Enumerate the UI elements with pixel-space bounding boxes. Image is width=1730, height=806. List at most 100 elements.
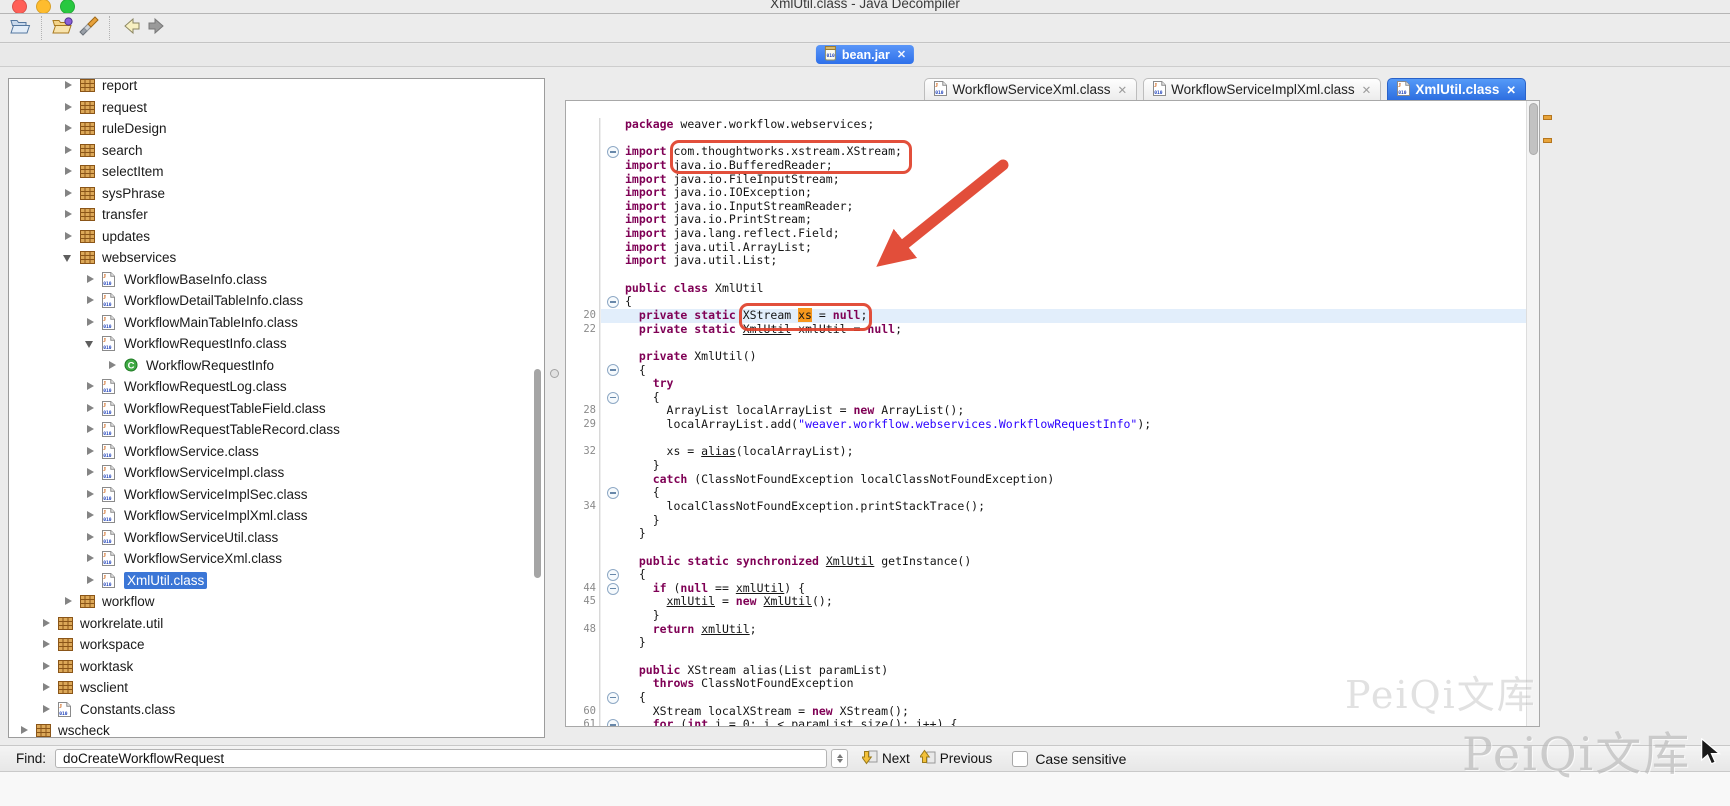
find-input[interactable]: doCreateWorkflowRequest <box>55 749 827 768</box>
jar-tab-bean[interactable]: 010 bean.jar ✕ <box>816 45 914 64</box>
splitter-handle[interactable] <box>550 369 559 378</box>
tree-item-workflowbaseinfo-class[interactable]: J010WorkflowBaseInfo.class <box>9 269 544 291</box>
tree-item-wsclient[interactable]: wsclient <box>9 677 544 699</box>
tree-item-webservices[interactable]: webservices <box>9 247 544 269</box>
tree-collapse-arrow-icon[interactable] <box>19 725 30 736</box>
tree-item-workflowserviceutil-class[interactable]: J010WorkflowServiceUtil.class <box>9 527 544 549</box>
tree-item-workflowservicexml-class[interactable]: J010WorkflowServiceXml.class <box>9 548 544 570</box>
tree-collapse-arrow-icon[interactable] <box>63 123 74 134</box>
tree-item-sysphrase[interactable]: sysPhrase <box>9 183 544 205</box>
fold-collapse-icon[interactable] <box>607 146 619 158</box>
tree-collapse-arrow-icon[interactable] <box>85 553 96 564</box>
tree-item-workflowrequesttablerecord-class[interactable]: J010WorkflowRequestTableRecord.class <box>9 419 544 441</box>
tree-item-workflowrequesttablefield-class[interactable]: J010WorkflowRequestTableField.class <box>9 398 544 420</box>
tree-collapse-arrow-icon[interactable] <box>85 403 96 414</box>
tree-collapse-arrow-icon[interactable] <box>85 274 96 285</box>
tab-close-icon[interactable]: ✕ <box>1506 83 1516 97</box>
case-sensitive-checkbox[interactable] <box>1012 751 1028 767</box>
tree-collapse-arrow-icon[interactable] <box>41 618 52 629</box>
tree-collapse-arrow-icon[interactable] <box>41 682 52 693</box>
fold-collapse-icon[interactable] <box>607 487 619 499</box>
tree-item-ruledesign[interactable]: ruleDesign <box>9 118 544 140</box>
tree-item-workflowserviceimpl-class[interactable]: J010WorkflowServiceImpl.class <box>9 462 544 484</box>
tree-collapse-arrow-icon[interactable] <box>85 467 96 478</box>
tree-collapse-arrow-icon[interactable] <box>85 510 96 521</box>
tree-item-constants-class[interactable]: J010Constants.class <box>9 699 544 721</box>
editor-scrollbar[interactable] <box>1526 101 1539 726</box>
tab-close-icon[interactable]: ✕ <box>1362 83 1372 97</box>
editor-tab-workflowservicexml-class[interactable]: J010WorkflowServiceXml.class✕ <box>924 78 1137 100</box>
tree-item-report[interactable]: report <box>9 78 544 97</box>
tree-collapse-arrow-icon[interactable] <box>85 575 96 586</box>
tree-collapse-arrow-icon[interactable] <box>85 489 96 500</box>
tree-item-workflowserviceimplxml-class[interactable]: J010WorkflowServiceImplXml.class <box>9 505 544 527</box>
find-previous-button[interactable]: Previous <box>920 749 993 768</box>
tree-item-search[interactable]: search <box>9 140 544 162</box>
tree-item-workflowserviceimplsec-class[interactable]: J010WorkflowServiceImplSec.class <box>9 484 544 506</box>
back-button[interactable] <box>118 16 144 40</box>
tree-item-workflowrequestinfo[interactable]: CWorkflowRequestInfo <box>9 355 544 377</box>
fold-collapse-icon[interactable] <box>607 583 619 595</box>
open-type-button[interactable] <box>50 16 76 40</box>
tree-item-xmlutil-class[interactable]: J010XmlUtil.class <box>9 570 544 592</box>
tree-collapse-arrow-icon[interactable] <box>107 360 118 371</box>
annotation-mark[interactable] <box>1543 115 1552 120</box>
tree-collapse-arrow-icon[interactable] <box>85 295 96 306</box>
tree-scrollbar-thumb[interactable] <box>534 369 541 578</box>
tree-collapse-arrow-icon[interactable] <box>63 145 74 156</box>
tree-item-label: selectItem <box>102 164 164 179</box>
tree-collapse-arrow-icon[interactable] <box>63 166 74 177</box>
tree-expand-arrow-icon[interactable] <box>85 338 96 349</box>
tree-collapse-arrow-icon[interactable] <box>63 209 74 220</box>
tree-item-workflowrequestinfo-class[interactable]: J010WorkflowRequestInfo.class <box>9 333 544 355</box>
tree-item-workflowrequestlog-class[interactable]: J010WorkflowRequestLog.class <box>9 376 544 398</box>
tree-collapse-arrow-icon[interactable] <box>85 381 96 392</box>
tree-collapse-arrow-icon[interactable] <box>63 231 74 242</box>
editor-scrollbar-thumb[interactable] <box>1529 103 1538 155</box>
tree-collapse-arrow-icon[interactable] <box>85 446 96 457</box>
fold-collapse-icon[interactable] <box>607 692 619 704</box>
tree-item-workspace[interactable]: workspace <box>9 634 544 656</box>
code-editor-panel[interactable]: package weaver.workflow.webservices;impo… <box>565 100 1540 727</box>
tree-item-wscheck[interactable]: wscheck <box>9 720 544 738</box>
tree-item-transfer[interactable]: transfer <box>9 204 544 226</box>
tree-collapse-arrow-icon[interactable] <box>63 102 74 113</box>
tree-collapse-arrow-icon[interactable] <box>63 188 74 199</box>
jar-tab-close-icon[interactable]: ✕ <box>897 48 906 61</box>
toolbar-separator <box>109 16 111 40</box>
tree-item-workflowdetailtableinfo-class[interactable]: J010WorkflowDetailTableInfo.class <box>9 290 544 312</box>
fold-collapse-icon[interactable] <box>607 392 619 404</box>
tree-collapse-arrow-icon[interactable] <box>63 80 74 91</box>
editor-tab-xmlutil-class[interactable]: J010XmlUtil.class✕ <box>1387 78 1526 100</box>
find-next-button[interactable]: Next <box>862 749 910 768</box>
forward-button[interactable] <box>144 16 170 40</box>
search-button[interactable] <box>76 16 102 40</box>
tab-close-icon[interactable]: ✕ <box>1117 83 1127 97</box>
fold-collapse-icon[interactable] <box>607 719 619 727</box>
fold-collapse-icon[interactable] <box>607 296 619 308</box>
tree-item-workrelate-util[interactable]: workrelate.util <box>9 613 544 635</box>
editor-tab-workflowserviceimplxml-class[interactable]: J010WorkflowServiceImplXml.class✕ <box>1143 78 1381 100</box>
tree-item-workflowservice-class[interactable]: J010WorkflowService.class <box>9 441 544 463</box>
open-file-button[interactable] <box>8 16 34 40</box>
tree-item-request[interactable]: request <box>9 97 544 119</box>
fold-collapse-icon[interactable] <box>607 364 619 376</box>
tree-item-worktask[interactable]: worktask <box>9 656 544 678</box>
tree-collapse-arrow-icon[interactable] <box>41 639 52 650</box>
tree-item-label: WorkflowBaseInfo.class <box>124 272 267 287</box>
tree-expand-arrow-icon[interactable] <box>63 252 74 263</box>
tree-item-updates[interactable]: updates <box>9 226 544 248</box>
tree-item-selectitem[interactable]: selectItem <box>9 161 544 183</box>
find-history-stepper[interactable] <box>831 749 848 768</box>
tree-item-workflowmaintableinfo-class[interactable]: J010WorkflowMainTableInfo.class <box>9 312 544 334</box>
tree-item-workflow[interactable]: workflow <box>9 591 544 613</box>
annotation-mark[interactable] <box>1543 138 1552 143</box>
tree-collapse-arrow-icon[interactable] <box>85 424 96 435</box>
package-tree-panel[interactable]: reportrequestruleDesignsearch selectItem s… <box>8 78 545 738</box>
tree-collapse-arrow-icon[interactable] <box>63 596 74 607</box>
tree-collapse-arrow-icon[interactable] <box>41 661 52 672</box>
fold-collapse-icon[interactable] <box>607 569 619 581</box>
tree-collapse-arrow-icon[interactable] <box>85 317 96 328</box>
tree-collapse-arrow-icon[interactable] <box>41 704 52 715</box>
tree-collapse-arrow-icon[interactable] <box>85 532 96 543</box>
